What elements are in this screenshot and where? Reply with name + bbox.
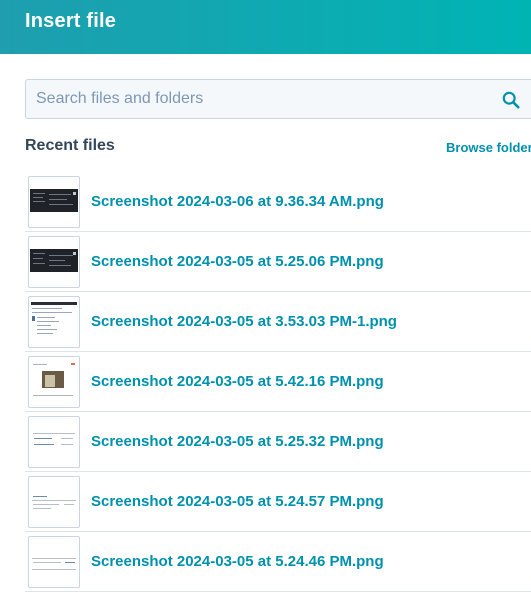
file-name-link[interactable]: Screenshot 2024-03-06 at 9.36.34 AM.png <box>91 193 384 210</box>
browse-folders-link[interactable]: Browse folders <box>446 140 531 155</box>
file-thumbnail <box>28 236 80 288</box>
file-thumbnail <box>28 536 80 588</box>
recent-files-list: Screenshot 2024-03-06 at 9.36.34 AM.png … <box>25 172 531 592</box>
file-row[interactable]: Screenshot 2024-03-05 at 5.25.32 PM.png <box>25 412 531 472</box>
file-name-link[interactable]: Screenshot 2024-03-05 at 5.25.32 PM.png <box>91 433 384 450</box>
file-row[interactable]: Screenshot 2024-03-05 at 3.53.03 PM-1.pn… <box>25 292 531 352</box>
file-row[interactable]: Screenshot 2024-03-05 at 5.25.06 PM.png <box>25 232 531 292</box>
recent-files-heading: Recent files <box>25 137 115 154</box>
search-box[interactable] <box>25 79 531 119</box>
file-name-link[interactable]: Screenshot 2024-03-05 at 3.53.03 PM-1.pn… <box>91 313 397 330</box>
search-input[interactable] <box>36 80 486 118</box>
file-thumbnail <box>28 296 80 348</box>
file-thumbnail <box>28 416 80 468</box>
file-name-link[interactable]: Screenshot 2024-03-05 at 5.24.46 PM.png <box>91 553 384 570</box>
dialog-header: Insert file <box>0 0 531 54</box>
file-row[interactable]: Screenshot 2024-03-05 at 5.24.57 PM.png <box>25 472 531 532</box>
file-name-link[interactable]: Screenshot 2024-03-05 at 5.42.16 PM.png <box>91 373 384 390</box>
file-thumbnail <box>28 476 80 528</box>
file-row[interactable]: Screenshot 2024-03-05 at 5.42.16 PM.png <box>25 352 531 412</box>
file-name-link[interactable]: Screenshot 2024-03-05 at 5.25.06 PM.png <box>91 253 384 270</box>
file-thumbnail <box>28 176 80 228</box>
file-row[interactable]: Screenshot 2024-03-05 at 5.24.46 PM.png <box>25 532 531 592</box>
file-name-link[interactable]: Screenshot 2024-03-05 at 5.24.57 PM.png <box>91 493 384 510</box>
dialog-title: Insert file <box>25 10 117 32</box>
search-icon[interactable] <box>502 91 520 109</box>
file-row[interactable]: Screenshot 2024-03-06 at 9.36.34 AM.png <box>25 172 531 232</box>
file-thumbnail <box>28 356 80 408</box>
